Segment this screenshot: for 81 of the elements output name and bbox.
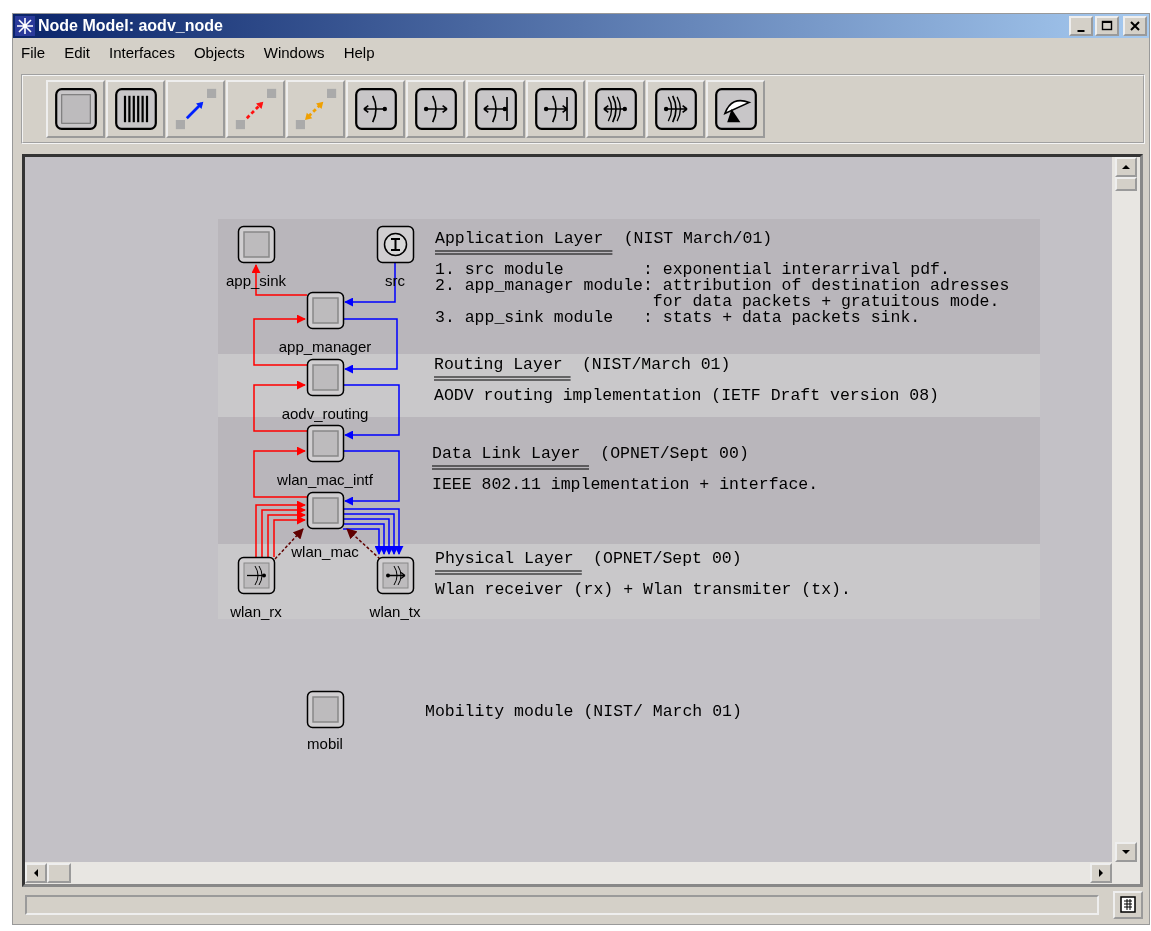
horizontal-scrollbar[interactable] [25,862,1140,884]
node-label: wlan_mac [291,543,359,560]
dish-antenna-icon [713,87,758,131]
tool-button[interactable] [586,80,645,138]
menu-item[interactable]: Objects [193,43,245,61]
menu-item[interactable]: File [21,43,46,61]
scroll-thumb[interactable] [47,863,71,883]
menu-item[interactable]: Interfaces [109,43,175,61]
module-node[interactable] [237,556,276,595]
module-node[interactable] [306,690,345,729]
tool-button[interactable] [406,80,465,138]
receiver-icon [473,87,518,131]
layer-description: 3. app_sink module : stats + data packets sink. [435,308,921,327]
layer-description: 2. app_manager module: attribution of destination adresses [435,276,1010,295]
layer-description: AODV routing implementation (IETF Draft version 08) [434,386,939,405]
arrow-icon [173,87,218,131]
maximize-icon [1101,19,1113,33]
layer-title: Data Link Layer [432,444,581,463]
module-node[interactable] [376,225,415,264]
grid-icon [1118,895,1138,915]
module-node[interactable] [237,225,276,264]
minimize-icon [1077,29,1085,32]
module-node[interactable] [306,491,345,530]
layer-credit: (NIST March/01) [623,229,773,248]
module-node[interactable] [306,424,345,463]
layer-description: 1. src module : exponential interarrival pdf. [435,260,950,279]
tool-button[interactable] [466,80,525,138]
layer-credit: (NIST/March 01) [581,355,731,374]
layer-title: Physical Layer [435,549,574,568]
module-node[interactable] [306,291,345,330]
node-editor-canvas[interactable] [25,157,1112,862]
layer-title: Application Layer [435,229,604,248]
node-label: mobil [307,735,343,752]
window-title: Node Model: aodv_node [38,17,224,35]
layer-credit: (OPNET/Sept 00) [593,549,742,568]
tool-button[interactable] [646,80,705,138]
transmitter-icon [533,87,578,131]
star-icon [15,16,35,36]
transmitter-icon [413,87,458,131]
layer-description: IEEE 802.11 implementation + interface. [432,475,819,494]
receiver-icon [593,87,638,131]
menu-item[interactable]: Help [343,43,375,61]
maximize-button[interactable] [1095,16,1119,36]
scroll-down-button[interactable] [1115,842,1137,862]
receiver-icon [353,87,398,131]
scroll-left-button[interactable] [25,863,47,883]
close-button[interactable] [1123,16,1147,36]
status-button[interactable] [1113,891,1143,919]
layer-description: for data packets + gratuitous mode. [652,292,1000,311]
minimize-button[interactable] [1069,16,1093,36]
bars-icon [113,87,158,131]
layer-title: Routing Layer [434,355,563,374]
close-icon [1129,19,1141,33]
double-arrow-icon [293,87,338,131]
menu-item[interactable]: Edit [64,43,91,61]
node-label: wlan_mac_intf [277,471,373,488]
node-label: aodv_routing [281,405,369,422]
tool-button[interactable] [46,80,105,138]
scroll-thumb[interactable] [1115,177,1137,191]
down-arrow-icon [1121,847,1131,857]
scroll-up-button[interactable] [1115,157,1137,177]
vertical-scrollbar[interactable] [1112,157,1140,862]
module-node[interactable] [376,556,415,595]
tool-button[interactable] [106,80,165,138]
tool-button[interactable] [526,80,585,138]
transmitter-icon [653,87,698,131]
module-node[interactable] [306,358,345,397]
up-arrow-icon [1121,162,1131,172]
tool-button[interactable] [346,80,405,138]
layer-description: Wlan receiver (rx) + Wlan transmiter (tx). [435,580,851,599]
module-note: Mobility module (NIST/ March 01) [425,702,742,721]
node-label: app_manager [278,338,372,355]
square-icon [53,87,98,131]
layer-credit: (OPNET/Sept 00) [600,444,749,463]
dashed-arrow-icon [233,87,278,131]
tool-button[interactable] [706,80,765,138]
menu-item[interactable]: Windows [263,43,325,61]
right-arrow-icon [1096,868,1106,878]
node-label: wlan_tx [369,603,421,620]
scroll-right-button[interactable] [1090,863,1112,883]
node-label: wlan_rx [230,603,282,620]
